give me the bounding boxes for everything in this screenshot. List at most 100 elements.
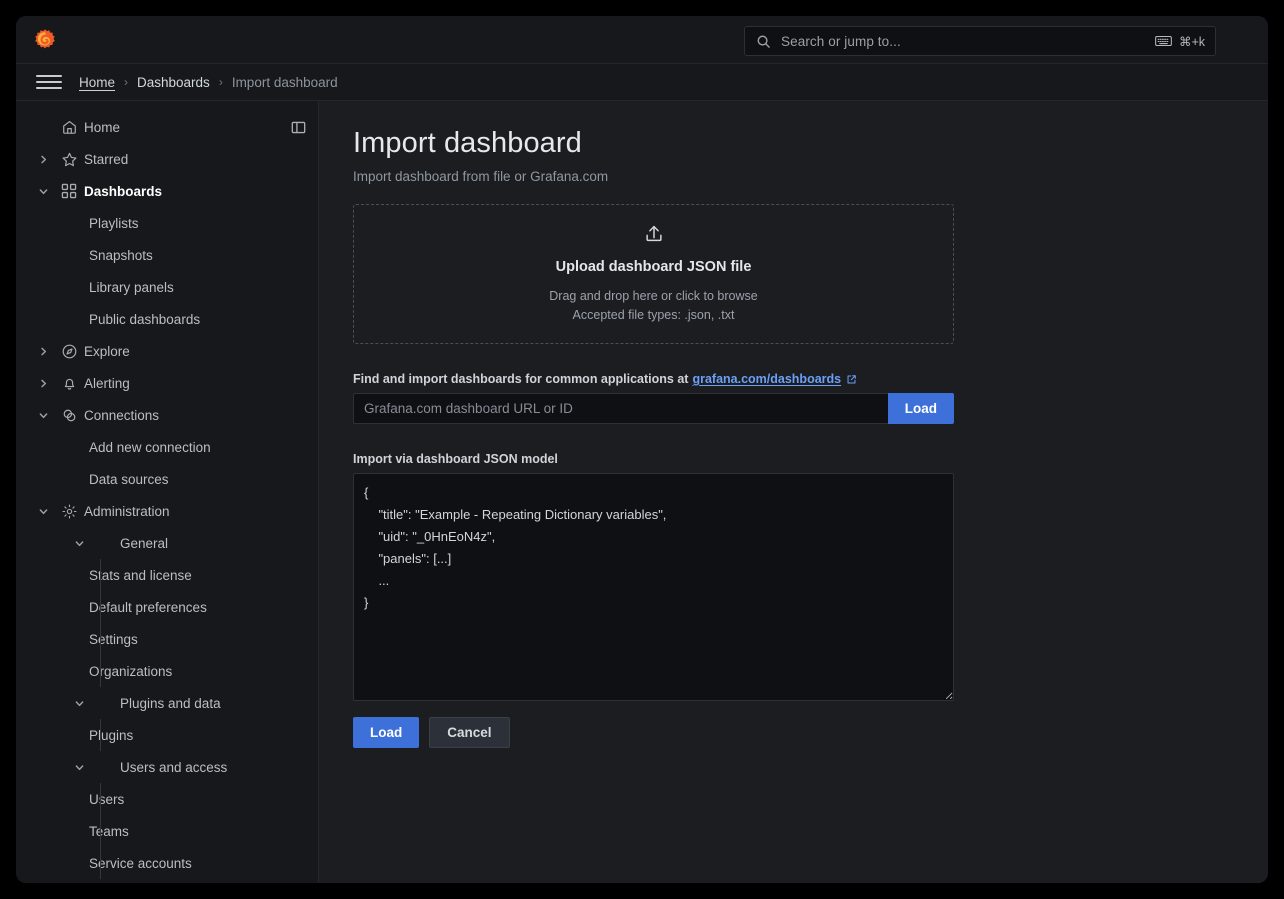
sidebar-item-public-dashboards[interactable]: Public dashboards bbox=[16, 303, 318, 335]
sidebar-item-plugins-and-data[interactable]: Plugins and data bbox=[16, 687, 318, 719]
main-sidebar-navigation: Home Starred Dashboards Playlists Snapshots L… bbox=[16, 101, 319, 883]
grafana-dashboards-link[interactable]: grafana.com/dashboards bbox=[692, 372, 841, 386]
sidebar-item-stats-and-license[interactable]: Stats and license bbox=[16, 559, 318, 591]
sidebar-item-snapshots[interactable]: Snapshots bbox=[16, 239, 318, 271]
url-import-label-text: Find and import dashboards for common ap… bbox=[353, 372, 689, 386]
sidebar-item-label: Dashboards bbox=[84, 183, 163, 199]
top-navigation-bar: Search or jump to... ⌘+k bbox=[16, 16, 1268, 64]
sidebar-item-starred[interactable]: Starred bbox=[16, 143, 318, 175]
sidebar-item-playlists[interactable]: Playlists bbox=[16, 207, 318, 239]
chevron-right-icon[interactable] bbox=[32, 346, 54, 357]
sidebar-item-alerting[interactable]: Alerting bbox=[16, 367, 318, 399]
chevron-down-icon[interactable] bbox=[68, 762, 90, 773]
chevron-down-icon[interactable] bbox=[32, 410, 54, 421]
json-import-section: Import via dashboard JSON model bbox=[353, 452, 954, 701]
json-model-label: Import via dashboard JSON model bbox=[353, 452, 558, 466]
sidebar-item-label: Connections bbox=[84, 407, 160, 423]
grafana-logo-icon[interactable] bbox=[32, 27, 58, 53]
chevron-down-icon[interactable] bbox=[68, 538, 90, 549]
breadcrumb-item-dashboards[interactable]: Dashboards bbox=[137, 75, 210, 90]
form-action-buttons: Load Cancel bbox=[353, 717, 954, 748]
sidebar-item-label: Service accounts bbox=[89, 855, 192, 871]
sidebar-item-explore[interactable]: Explore bbox=[16, 335, 318, 367]
chevron-right-icon[interactable] bbox=[32, 154, 54, 165]
connections-icon bbox=[54, 407, 84, 424]
dashboard-url-input[interactable] bbox=[353, 393, 888, 424]
dock-menu-icon[interactable] bbox=[288, 117, 308, 137]
grid-icon bbox=[54, 183, 84, 199]
sidebar-item-service-accounts[interactable]: Service accounts bbox=[16, 847, 318, 879]
cancel-button[interactable]: Cancel bbox=[429, 717, 510, 748]
sidebar-item-label: Default preferences bbox=[89, 599, 207, 615]
sidebar-item-label: Alerting bbox=[84, 375, 130, 391]
file-upload-dropzone[interactable]: Upload dashboard JSON file Drag and drop… bbox=[353, 204, 954, 344]
sidebar-item-label: Public dashboards bbox=[89, 311, 201, 327]
breadcrumb-bar: Home › Dashboards › Import dashboard bbox=[16, 64, 1268, 101]
bell-icon bbox=[54, 375, 84, 392]
sidebar-item-organizations[interactable]: Organizations bbox=[16, 655, 318, 687]
sidebar-item-library-panels[interactable]: Library panels bbox=[16, 271, 318, 303]
sidebar-item-label: Starred bbox=[84, 151, 129, 167]
chevron-down-icon[interactable] bbox=[32, 186, 54, 197]
keyboard-icon bbox=[1155, 35, 1172, 47]
sidebar-item-label: Settings bbox=[89, 631, 138, 647]
sidebar-item-label: Playlists bbox=[89, 215, 139, 231]
sidebar-item-label: Explore bbox=[84, 343, 130, 359]
search-shortcut-hint: ⌘+k bbox=[1155, 34, 1205, 49]
upload-icon bbox=[643, 223, 665, 250]
sidebar-item-plugins[interactable]: Plugins bbox=[16, 719, 318, 751]
grafana-app-window: Search or jump to... ⌘+k Home › Dashboar… bbox=[16, 16, 1268, 883]
sidebar-item-default-preferences[interactable]: Default preferences bbox=[16, 591, 318, 623]
sidebar-item-administration[interactable]: Administration bbox=[16, 495, 318, 527]
breadcrumb-separator: › bbox=[124, 75, 129, 89]
sidebar-item-label: Home bbox=[84, 119, 121, 135]
sidebar-item-users-and-access[interactable]: Users and access bbox=[16, 751, 318, 783]
breadcrumb-item-current: Import dashboard bbox=[231, 74, 338, 90]
sidebar-item-home[interactable]: Home bbox=[16, 111, 318, 143]
sidebar-item-label: Users and access bbox=[120, 759, 228, 775]
chevron-down-icon[interactable] bbox=[68, 698, 90, 709]
load-button[interactable]: Load bbox=[353, 717, 420, 748]
chevron-down-icon[interactable] bbox=[32, 506, 54, 517]
search-input-placeholder: Search or jump to... bbox=[781, 33, 901, 49]
breadcrumb: Home › Dashboards › Import dashboard bbox=[79, 75, 338, 90]
sidebar-item-teams[interactable]: Teams bbox=[16, 815, 318, 847]
hamburger-menu-icon[interactable] bbox=[36, 71, 64, 93]
search-icon bbox=[756, 33, 772, 49]
url-input-row: Load bbox=[353, 393, 954, 424]
sidebar-item-label: Snapshots bbox=[89, 247, 153, 263]
import-form: Upload dashboard JSON file Drag and drop… bbox=[353, 204, 954, 748]
page-title: Import dashboard bbox=[353, 127, 582, 159]
star-icon bbox=[54, 151, 84, 168]
dropzone-title: Upload dashboard JSON file bbox=[555, 259, 752, 276]
sidebar-item-label: Stats and license bbox=[89, 567, 192, 583]
gear-icon bbox=[54, 503, 84, 520]
sidebar-item-general[interactable]: General bbox=[16, 527, 318, 559]
sidebar-item-label: Plugins bbox=[89, 727, 134, 743]
sidebar-item-label: Organizations bbox=[89, 663, 173, 679]
home-icon bbox=[54, 119, 84, 136]
external-link-icon bbox=[846, 374, 857, 385]
load-url-button[interactable]: Load bbox=[887, 393, 954, 424]
chevron-right-icon[interactable] bbox=[32, 378, 54, 389]
sidebar-item-users[interactable]: Users bbox=[16, 783, 318, 815]
page-subtitle: Import dashboard from file or Grafana.co… bbox=[353, 169, 609, 184]
sidebar-item-label: Users bbox=[89, 791, 125, 807]
sidebar-item-data-sources[interactable]: Data sources bbox=[16, 463, 318, 495]
breadcrumb-item-home[interactable]: Home bbox=[79, 75, 115, 90]
sidebar-item-label: Library panels bbox=[89, 279, 174, 295]
sidebar-item-add-new-connection[interactable]: Add new connection bbox=[16, 431, 318, 463]
breadcrumb-separator: › bbox=[218, 75, 223, 89]
sidebar-item-settings[interactable]: Settings bbox=[16, 623, 318, 655]
sidebar-item-label: Teams bbox=[89, 823, 129, 839]
sidebar-item-dashboards[interactable]: Dashboards bbox=[16, 175, 318, 207]
sidebar-item-connections[interactable]: Connections bbox=[16, 399, 318, 431]
url-import-label: Find and import dashboards for common ap… bbox=[353, 372, 954, 386]
search-shortcut-text: ⌘+k bbox=[1178, 34, 1205, 49]
dashboard-json-textarea[interactable] bbox=[353, 473, 954, 701]
app-body: Home Starred Dashboards Playlists Snapshots L… bbox=[16, 101, 1268, 883]
dropzone-hint-line-1: Drag and drop here or click to browse bbox=[549, 289, 758, 304]
dropzone-hint-line-2: Accepted file types: .json, .txt bbox=[572, 308, 735, 322]
global-search-box[interactable]: Search or jump to... ⌘+k bbox=[744, 26, 1216, 56]
sidebar-item-label: Plugins and data bbox=[120, 695, 221, 711]
